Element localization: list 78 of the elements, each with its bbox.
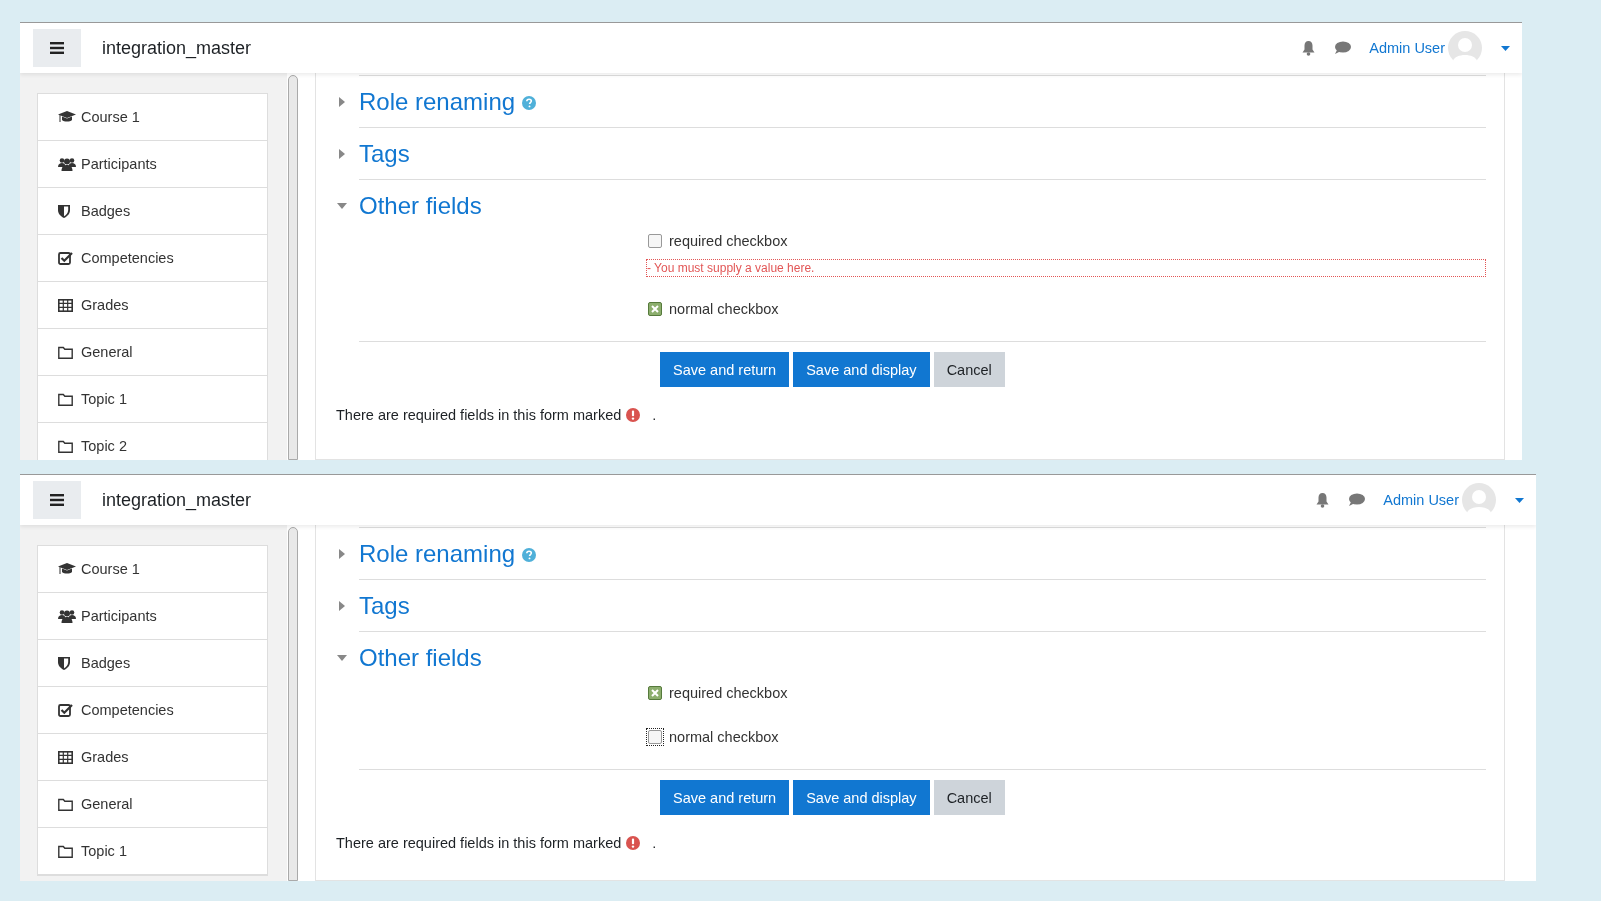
- nav-item[interactable]: Course 1: [38, 546, 267, 593]
- submit-button[interactable]: Save and display: [793, 780, 930, 815]
- scrollbar[interactable]: [288, 75, 298, 460]
- nav-item[interactable]: Topic 2: [38, 423, 267, 460]
- checked-box-icon: [58, 703, 73, 717]
- nav-item[interactable]: Badges: [38, 188, 267, 235]
- folder-icon: [58, 345, 73, 359]
- folder-icon: [58, 392, 73, 406]
- section-heading-link[interactable]: Role renaming: [359, 539, 516, 568]
- shield-icon: [58, 656, 70, 670]
- cancel-button[interactable]: Cancel: [933, 780, 1005, 815]
- table-icon: [58, 750, 73, 764]
- nav-item[interactable]: Participants: [38, 141, 267, 188]
- chat-bubble-icon[interactable]: [1348, 493, 1366, 507]
- people-icon: [58, 157, 76, 171]
- collapsed-triangle-icon[interactable]: [337, 97, 347, 107]
- collapsed-triangle-icon[interactable]: [337, 549, 347, 559]
- submit-button[interactable]: Save and display: [793, 352, 930, 387]
- help-icon[interactable]: [522, 96, 537, 110]
- collapsed-triangle-icon[interactable]: [337, 601, 347, 611]
- nav-item[interactable]: Grades: [38, 282, 267, 329]
- checkbox[interactable]: [648, 234, 662, 248]
- folder-icon: [58, 439, 73, 453]
- section-heading-link[interactable]: Tags: [359, 591, 410, 620]
- menu-icon[interactable]: [33, 29, 81, 67]
- section-heading-link[interactable]: Other fields: [359, 191, 482, 220]
- people-icon: [58, 609, 76, 623]
- section-heading-link[interactable]: Role renaming: [359, 87, 516, 116]
- site-name[interactable]: integration_master: [102, 489, 252, 511]
- folder-icon: [58, 797, 73, 811]
- required-fields-note: There are required fields in this form marked: [336, 835, 622, 851]
- caret-icon[interactable]: [1501, 45, 1510, 51]
- scrollbar[interactable]: [288, 527, 298, 881]
- checkbox-label[interactable]: normal checkbox: [669, 729, 779, 745]
- exclamation-icon: [626, 408, 641, 422]
- menu-icon[interactable]: [33, 481, 81, 519]
- nav-item[interactable]: Topic 1: [38, 828, 267, 875]
- graduation-cap-icon: [58, 110, 76, 124]
- caret-icon[interactable]: [1515, 497, 1524, 503]
- help-icon[interactable]: [522, 548, 537, 562]
- nav-item[interactable]: Course 1: [38, 94, 267, 141]
- bell-icon[interactable]: [1315, 492, 1331, 508]
- user-name-link[interactable]: Admin User: [1369, 40, 1445, 56]
- submit-button[interactable]: Save and return: [660, 780, 790, 815]
- exclamation-icon: [626, 836, 641, 850]
- user-name-link[interactable]: Admin User: [1383, 492, 1459, 508]
- shield-icon: [58, 204, 70, 218]
- note-period: .: [652, 835, 657, 851]
- nav-item[interactable]: Badges: [38, 640, 267, 687]
- checkbox[interactable]: [648, 302, 662, 316]
- chat-bubble-icon[interactable]: [1334, 41, 1352, 55]
- note-period: .: [652, 407, 657, 423]
- folder-icon: [58, 844, 73, 858]
- nav-item[interactable]: General: [38, 781, 267, 828]
- nav-item[interactable]: Competencies: [38, 687, 267, 734]
- nav-item[interactable]: Participants: [38, 593, 267, 640]
- cancel-button[interactable]: Cancel: [933, 352, 1005, 387]
- expanded-triangle-icon[interactable]: [337, 653, 347, 663]
- section-heading-link[interactable]: Tags: [359, 139, 410, 168]
- expanded-triangle-icon[interactable]: [337, 201, 347, 211]
- section-heading-link[interactable]: Other fields: [359, 643, 482, 672]
- checkbox[interactable]: [648, 686, 662, 700]
- bell-icon[interactable]: [1301, 40, 1317, 56]
- graduation-cap-icon: [58, 562, 76, 576]
- checked-box-icon: [58, 251, 73, 265]
- nav-item[interactable]: Competencies: [38, 235, 267, 282]
- nav-item[interactable]: Topic 1: [38, 376, 267, 423]
- error-message: - You must supply a value here.: [646, 259, 1486, 277]
- nav-item[interactable]: General: [38, 329, 267, 376]
- checkbox-label[interactable]: required checkbox: [669, 233, 788, 249]
- checkbox-label[interactable]: normal checkbox: [669, 301, 779, 317]
- collapsed-triangle-icon[interactable]: [337, 149, 347, 159]
- required-fields-note: There are required fields in this form marked: [336, 407, 622, 423]
- site-name[interactable]: integration_master: [102, 37, 252, 59]
- submit-button[interactable]: Save and return: [660, 352, 790, 387]
- checkbox-label[interactable]: required checkbox: [669, 685, 788, 701]
- table-icon: [58, 298, 73, 312]
- nav-item[interactable]: Grades: [38, 734, 267, 781]
